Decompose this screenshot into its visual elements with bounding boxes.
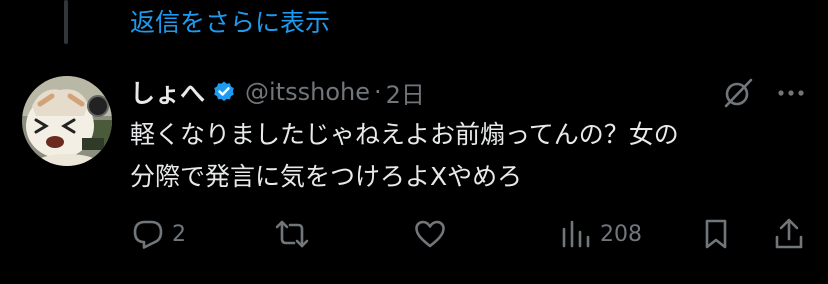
more-options-icon[interactable] bbox=[774, 80, 808, 106]
share-button[interactable] bbox=[772, 212, 806, 256]
avatar[interactable] bbox=[22, 76, 112, 166]
tweet-text-line: 分際で発言に気をつけろよXやめろ bbox=[130, 162, 523, 191]
reply-button[interactable]: 2 bbox=[130, 212, 186, 256]
reply-icon bbox=[130, 216, 166, 252]
tweet-header: しょへ @itsshohe · 2日 bbox=[130, 74, 425, 110]
tweet-text: 軽くなりましたじゃねえよお前煽ってんの？女の 分際で発言に気をつけろよXやめろ bbox=[130, 114, 810, 198]
separator-dot: · bbox=[373, 78, 382, 106]
heart-icon bbox=[412, 216, 448, 252]
display-name[interactable]: しょへ bbox=[130, 74, 205, 110]
bookmark-button[interactable] bbox=[700, 212, 732, 256]
thread-connector-line bbox=[64, 0, 68, 44]
like-button[interactable] bbox=[412, 212, 454, 256]
views-count: 208 bbox=[600, 221, 642, 247]
share-icon bbox=[772, 216, 806, 252]
user-handle[interactable]: @itsshohe bbox=[245, 78, 370, 106]
verified-badge-icon bbox=[212, 80, 236, 104]
avatar-image bbox=[22, 76, 112, 166]
grok-icon[interactable] bbox=[721, 76, 755, 110]
reply-count: 2 bbox=[172, 221, 186, 247]
show-more-replies-link[interactable]: 返信をさらに表示 bbox=[130, 6, 330, 40]
timestamp[interactable]: 2日 bbox=[386, 75, 425, 110]
tweet-text-line: 軽くなりましたじゃねえよお前煽ってんの？女の bbox=[130, 120, 679, 149]
repost-button[interactable] bbox=[272, 212, 318, 256]
tweet-actions-bar: 2 208 bbox=[130, 212, 810, 256]
bookmark-icon bbox=[700, 216, 732, 252]
views-icon bbox=[558, 216, 594, 252]
repost-icon bbox=[272, 216, 312, 252]
views-button[interactable]: 208 bbox=[558, 212, 642, 256]
